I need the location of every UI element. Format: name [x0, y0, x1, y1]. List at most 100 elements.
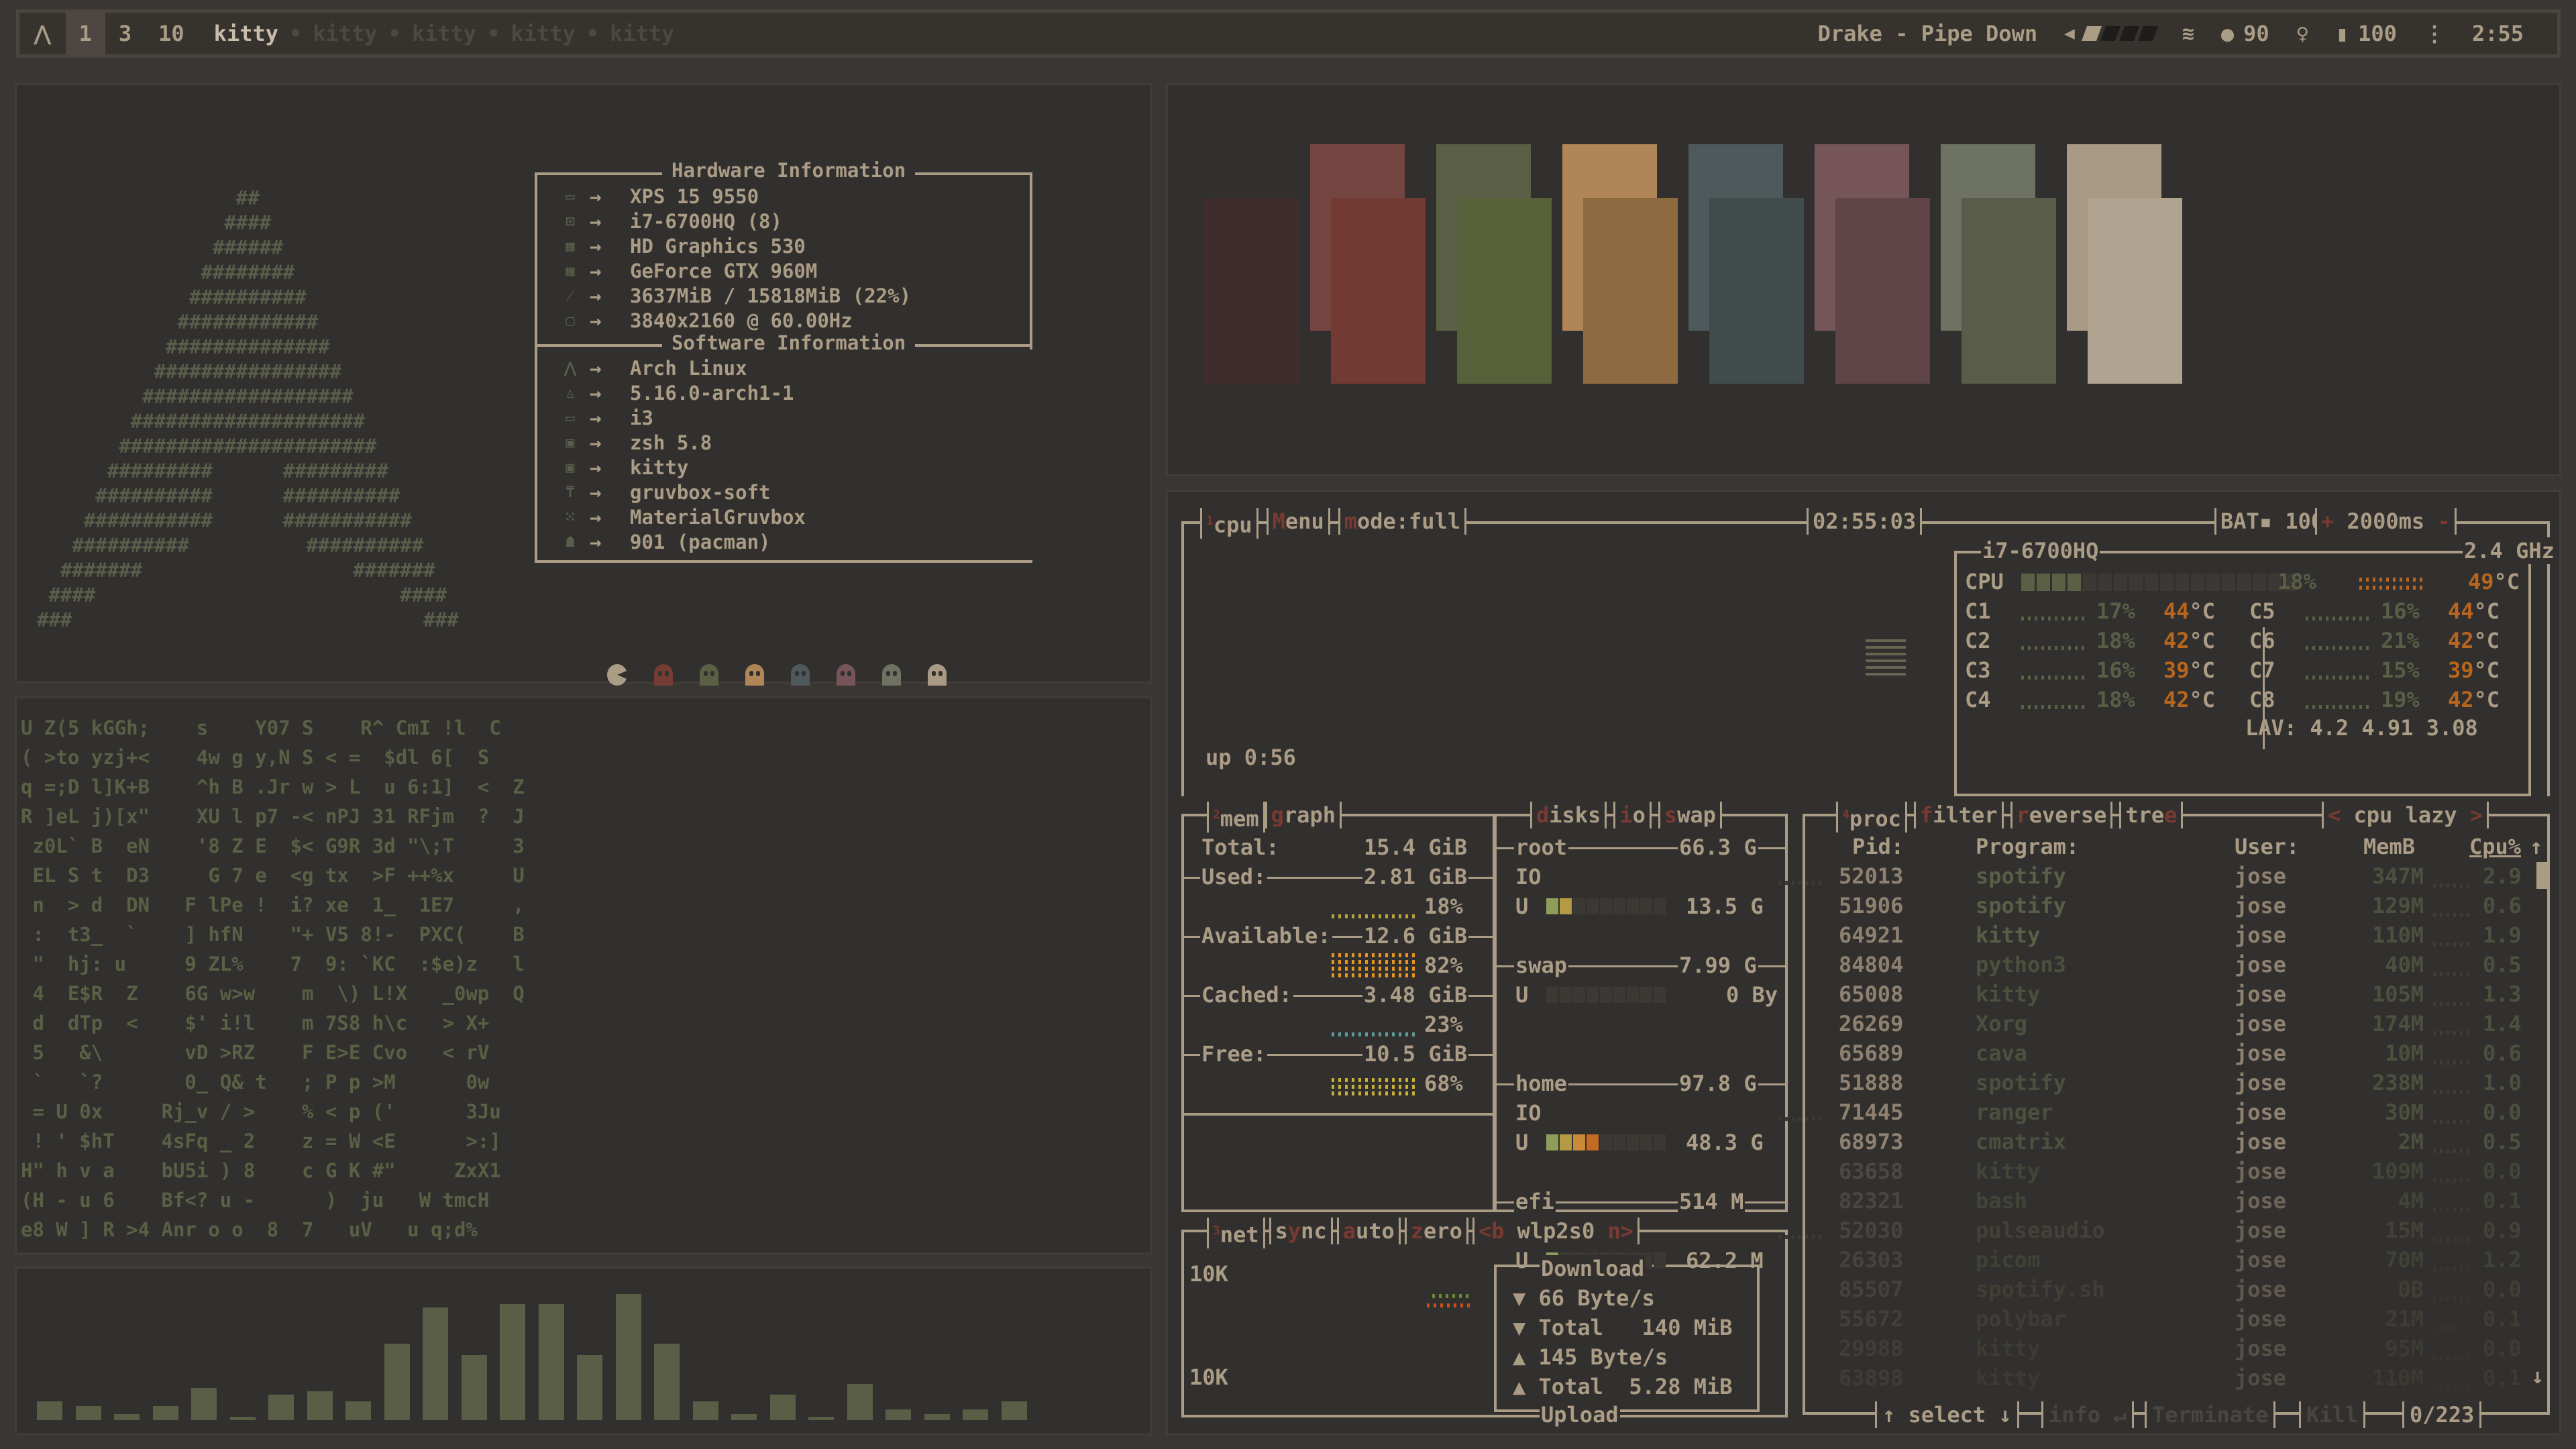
- now-playing[interactable]: Drake - Pipe Down: [1818, 21, 2038, 46]
- proc-cpu: 0.1: [2483, 1306, 2522, 1332]
- window-tab[interactable]: kitty: [610, 21, 674, 46]
- kill-button[interactable]: Kill: [2299, 1401, 2366, 1428]
- proc-tab-tre[interactable]: tree: [2119, 802, 2184, 828]
- cpu-tab-enu[interactable]: Menu: [1266, 508, 1330, 535]
- workspace-1[interactable]: 1: [65, 13, 105, 54]
- interface-selector[interactable]: <b wlp2s0 n>: [1472, 1218, 1640, 1244]
- meter-cell: [2253, 574, 2266, 591]
- disks-tab-wap[interactable]: swap: [1658, 802, 1722, 828]
- cava-bars: [32, 1282, 1136, 1420]
- process-row[interactable]: 63898 kitty jose 110M 0.1: [1168, 1365, 2559, 1395]
- process-row[interactable]: 85507 spotify.sh jose 0B 0.0: [1168, 1277, 2559, 1306]
- process-row[interactable]: 55672 polybar jose 21M 0.1: [1168, 1306, 2559, 1336]
- interval-increase-button[interactable]: +: [2321, 508, 2347, 534]
- sort-next-button[interactable]: >: [2457, 802, 2483, 828]
- process-row[interactable]: 51888 spotify jose 238M 1.0: [1168, 1070, 2559, 1099]
- prev-interface-button[interactable]: <b: [1479, 1218, 1517, 1244]
- cava-visualizer[interactable]: [15, 1267, 1152, 1436]
- process-row[interactable]: 63658 kitty jose 109M 0.0: [1168, 1159, 2559, 1188]
- info-value: kitty: [630, 456, 689, 479]
- color-palette-terminal[interactable]: [1166, 83, 2561, 476]
- volume-segment: [2118, 26, 2139, 41]
- process-row[interactable]: 68973 cmatrix jose 2M 0.5: [1168, 1129, 2559, 1159]
- proc-tab-ilter[interactable]: filter: [1913, 802, 2004, 828]
- process-row[interactable]: 71445 ranger jose 30M 0.0: [1168, 1099, 2559, 1129]
- proc-tab-proc[interactable]: 4proc: [1836, 802, 1907, 833]
- temp-value: 49: [2468, 569, 2494, 594]
- battery-value: 100: [2358, 21, 2397, 46]
- col-cpu[interactable]: Cpu%: [2469, 834, 2521, 859]
- proc-user: jose: [2235, 1040, 2287, 1066]
- process-row[interactable]: 82321 bash jose 4M 0.1: [1168, 1188, 2559, 1218]
- tab-hotkey: e: [2164, 802, 2178, 828]
- sort-prev-button[interactable]: <: [2328, 802, 2354, 828]
- col-mem[interactable]: MemB: [2363, 834, 2415, 859]
- volume-segment: [2100, 26, 2121, 41]
- wifi-icon[interactable]: ≋: [2182, 22, 2194, 46]
- proc-mem: 110M: [2371, 922, 2424, 948]
- volume-control[interactable]: ◀: [2064, 23, 2158, 44]
- col-pid[interactable]: Pid:: [1852, 834, 1904, 859]
- cmatrix-terminal[interactable]: U Z(5 kGGh; s Y07 S R^ CmI !l C ( >to yzj…: [15, 696, 1152, 1254]
- proc-tab-everse[interactable]: reverse: [2010, 802, 2113, 828]
- temp-unit: °C: [2473, 687, 2500, 712]
- tab-text: proc: [1849, 806, 1901, 832]
- proc-cpu: 0.6: [2483, 893, 2522, 918]
- disks-tab-isks[interactable]: disks: [1530, 802, 1607, 828]
- next-interface-button[interactable]: n>: [1595, 1218, 1633, 1244]
- process-row[interactable]: 51906 spotify jose 129M 0.6: [1168, 893, 2559, 922]
- kebab-menu-icon[interactable]: ⋮: [2424, 21, 2445, 46]
- col-program[interactable]: Program:: [1976, 834, 2079, 859]
- info-button[interactable]: info ↵: [2041, 1401, 2134, 1428]
- temp-unit: °C: [2189, 687, 2216, 712]
- cpu-tab-cpu[interactable]: 1cpu: [1200, 508, 1258, 539]
- window-tab[interactable]: kitty: [313, 21, 377, 46]
- bulb-icon[interactable]: ♀: [2296, 21, 2309, 46]
- fetch-terminal[interactable]: ## #### ###### ######## ########## #####…: [15, 83, 1152, 759]
- update-interval[interactable]: + 2000ms -: [2315, 508, 2457, 535]
- brightness-indicator[interactable]: ● 90: [2221, 21, 2269, 46]
- core-temp: 39°C: [2447, 657, 2501, 684]
- scroll-down-arrow[interactable]: ↓: [2530, 1362, 2545, 1389]
- proc-program: cmatrix: [1976, 1129, 2066, 1155]
- meter-cell: [2098, 574, 2112, 591]
- window-tab[interactable]: kitty: [412, 21, 476, 46]
- arrow-icon: →: [590, 382, 602, 405]
- mem-tab-mem[interactable]: 2mem: [1207, 802, 1265, 833]
- meter-cell: [2068, 574, 2081, 591]
- col-user[interactable]: User:: [2235, 834, 2299, 859]
- temp-value: 44: [2163, 598, 2190, 624]
- interval-decrease-button[interactable]: -: [2424, 508, 2450, 534]
- process-row[interactable]: 52030 pulseaudio jose 15M 0.9: [1168, 1218, 2559, 1247]
- process-row[interactable]: 84804 python3 jose 40M 0.5: [1168, 952, 2559, 981]
- disks-tab-o[interactable]: io: [1613, 802, 1652, 828]
- process-row[interactable]: 26269 Xorg jose 174M 1.4: [1168, 1011, 2559, 1040]
- proc-cpu: 0.5: [2483, 952, 2522, 977]
- process-row[interactable]: 29988 kitty jose 95M 0.0: [1168, 1336, 2559, 1365]
- arch-logo-icon: ⋀: [34, 21, 51, 46]
- core-label: C1: [1965, 598, 1991, 624]
- arrow-icon: →: [590, 235, 602, 258]
- core-temp: 42°C: [2447, 627, 2501, 654]
- focused-window-title[interactable]: kitty: [214, 21, 278, 46]
- proc-cpu-graph: [2433, 1297, 2473, 1301]
- workspace-10[interactable]: 10: [145, 13, 198, 54]
- mem-value: 15.4 GiB: [1362, 834, 1469, 861]
- window-separator: •: [289, 21, 303, 46]
- cpu-tab-ode:full[interactable]: mode:full: [1338, 508, 1467, 535]
- btop-monitor[interactable]: i7-6700HQ 2.4 GHz LAV: 4.2 4.91 3.08 up …: [1166, 490, 2561, 1436]
- proc-cpu-graph: [2433, 1090, 2473, 1094]
- workspace-3[interactable]: 3: [105, 13, 145, 54]
- proc-cpu: 0.6: [2483, 1040, 2522, 1066]
- sort-selector[interactable]: < cpu lazy >: [2322, 802, 2489, 828]
- launcher-button[interactable]: ⋀: [19, 13, 66, 54]
- select-button[interactable]: ↑ select ↓: [1875, 1401, 2019, 1428]
- mem-percent: 18%: [1424, 894, 1463, 919]
- core-percent: 17%: [2096, 598, 2135, 624]
- tab-text: enu: [1285, 508, 1324, 534]
- volume-bar[interactable]: [2081, 26, 2158, 41]
- mem-tab-raph[interactable]: graph: [1265, 802, 1342, 828]
- process-row[interactable]: 26303 picom jose 70M 1.2: [1168, 1247, 2559, 1277]
- window-tab[interactable]: kitty: [511, 21, 575, 46]
- terminate-button[interactable]: Terminate: [2145, 1401, 2276, 1428]
